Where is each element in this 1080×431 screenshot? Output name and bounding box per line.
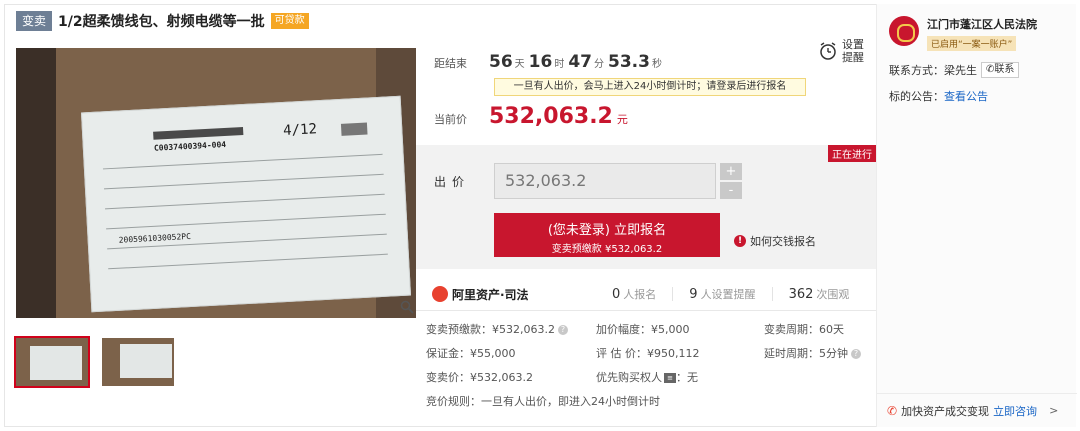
reminder-text: 设置 提醒: [842, 38, 864, 64]
consult-text: 加快资产成交变现: [901, 404, 990, 418]
contact-label: 联系方式：梁先生: [889, 64, 977, 77]
item-title: 1/2超柔馈线包、射频电缆等一批: [58, 14, 265, 30]
reminders-label: 人设置提醒: [700, 288, 756, 301]
auction-info: 变卖预缴款：¥532,063.2? 加价幅度：¥5,000 变卖周期：60天 保…: [416, 310, 876, 410]
current-price: 当前价 532,063.2 元: [434, 104, 628, 129]
minutes-unit: 分: [594, 59, 605, 70]
signups-stat: 0 人报名: [612, 286, 656, 302]
appraisal-info: 评 估 价：¥950,112: [596, 347, 700, 360]
reminder-line1: 设置: [842, 38, 864, 51]
divider: [771, 287, 773, 301]
delay-text: 延时周期：5分钟: [764, 347, 848, 360]
consult-bar[interactable]: ✆ 加快资产成交变现 立即咨询 >: [877, 393, 1077, 427]
delay-info: 延时周期：5分钟?: [764, 345, 861, 361]
decrease-button[interactable]: -: [720, 182, 742, 199]
brand[interactable]: 阿里资产·司法: [432, 286, 612, 303]
consult-icon: ✆: [887, 403, 898, 418]
announcement-label: 标的公告：: [889, 90, 944, 103]
main-product-image[interactable]: C0037400394-004 4/12 2005961030052PC: [16, 48, 416, 318]
priority-icon[interactable]: ≡: [664, 373, 676, 383]
countdown: 距结束 56 天 16 时 47 分 53.3 秒: [434, 52, 666, 72]
views-num: 362: [788, 287, 814, 302]
countdown-seconds: 53.3: [608, 52, 650, 72]
court-sidebar: 江门市蓬江区人民法院 已启用“一案一账户” 联系方式：梁先生 ✆联系 标的公告：…: [876, 4, 1077, 427]
deposit-text: 变卖预缴款：¥532,063.2: [426, 323, 555, 336]
priority-label: 优先购买权人: [596, 371, 662, 384]
info-icon: !: [734, 235, 746, 247]
signup-line2: 变卖预缴款 ¥532,063.2: [551, 244, 663, 255]
countdown-hours: 16: [528, 52, 553, 72]
guarantee-info: 保证金：¥55,000: [426, 347, 516, 360]
period-info: 变卖周期：60天: [764, 323, 844, 336]
signup-button[interactable]: (您未登录) 立即报名 变卖预缴款 ¥532,063.2: [494, 213, 720, 257]
thumbnail-1[interactable]: [14, 336, 90, 388]
court-emblem-icon: [889, 16, 919, 46]
days-unit: 天: [514, 59, 525, 70]
set-reminder-button[interactable]: 设置 提醒: [818, 38, 864, 64]
announcement-row: 标的公告：查看公告: [889, 88, 988, 104]
increase-button[interactable]: +: [720, 163, 742, 180]
label-card: C0037400394-004 4/12 2005961030052PC: [80, 95, 412, 313]
bid-rule: 竞价规则：一旦有人出价，即进入24小时倒计时: [426, 395, 660, 408]
price-label: 当前价: [434, 113, 467, 126]
thumbnail-list: [14, 336, 188, 388]
contact-row: 联系方式：梁先生 ✆联系: [889, 62, 1020, 78]
contact-button[interactable]: ✆联系: [981, 62, 1020, 78]
countdown-days: 56: [489, 52, 513, 72]
type-tag: 变卖: [16, 11, 53, 31]
howto-text: 如何交钱报名: [750, 235, 816, 248]
stats-row: 阿里资产·司法 0 人报名 9 人设置提醒 362 次围观: [416, 280, 876, 308]
court-tag: 已启用“一案一账户”: [927, 36, 1017, 51]
bid-panel: 正在进行 出价 532,063.2 + - (您未登录) 立即报名 变卖预缴款 …: [416, 145, 876, 269]
label-code: C0037400394-004: [153, 139, 227, 153]
seconds-unit: 秒: [651, 59, 662, 70]
signup-line1: (您未登录) 立即报名: [547, 223, 667, 238]
help-icon[interactable]: ?: [851, 349, 861, 359]
view-announcement-link[interactable]: 查看公告: [944, 90, 988, 103]
status-badge: 正在进行: [828, 145, 876, 162]
deposit-info: 变卖预缴款：¥532,063.2?: [426, 321, 568, 337]
reminders-num: 9: [689, 287, 698, 302]
bid-notice: 一旦有人出价，会马上进入24小时倒计时；请登录后进行报名: [494, 78, 806, 96]
views-label: 次围观: [816, 288, 850, 301]
countdown-label: 距结束: [434, 57, 467, 70]
priority-value: ：无: [676, 371, 698, 384]
sale-price-info: 变卖价：¥532,063.2: [426, 371, 533, 384]
court-header: 江门市蓬江区人民法院 已启用“一案一账户”: [889, 16, 1037, 51]
divider: [672, 287, 674, 301]
consult-link[interactable]: 立即咨询: [993, 403, 1037, 419]
court-name[interactable]: 江门市蓬江区人民法院: [927, 16, 1037, 32]
hours-unit: 时: [554, 59, 565, 70]
priority-info: 优先购买权人 ≡ ：无: [596, 369, 698, 385]
thumbnail-2[interactable]: [102, 338, 174, 386]
increment-info: 加价幅度：¥5,000: [596, 323, 690, 336]
countdown-minutes: 47: [568, 52, 593, 72]
price-unit: 元: [616, 113, 628, 126]
chevron-right-icon[interactable]: >: [1049, 404, 1058, 417]
label-serial: 2005961030052PC: [118, 231, 192, 245]
reminder-line2: 提醒: [842, 51, 864, 64]
label-fraction: 4/12: [282, 121, 318, 139]
brand-text: 阿里资产·司法: [452, 287, 529, 302]
loan-tag[interactable]: 可贷款: [270, 13, 309, 29]
reminders-stat: 9 人设置提醒: [689, 286, 755, 302]
price-value: 532,063.2: [489, 104, 613, 129]
alarm-clock-icon: [820, 42, 836, 60]
signups-num: 0: [612, 287, 621, 302]
brand-logo-icon: [432, 286, 448, 302]
signups-label: 人报名: [623, 288, 657, 301]
help-icon[interactable]: ?: [557, 325, 568, 335]
bid-input[interactable]: 532,063.2: [494, 163, 716, 199]
title-row: 变卖 1/2超柔馈线包、射频电缆等一批 可贷款: [16, 10, 309, 32]
views-stat: 362 次围观: [789, 286, 850, 302]
zoom-icon[interactable]: [400, 300, 414, 314]
contact-button-label: 联系: [994, 64, 1015, 75]
howto-link[interactable]: ! 如何交钱报名: [734, 233, 816, 249]
bid-stepper: + -: [720, 163, 742, 201]
bid-label: 出价: [434, 175, 471, 189]
